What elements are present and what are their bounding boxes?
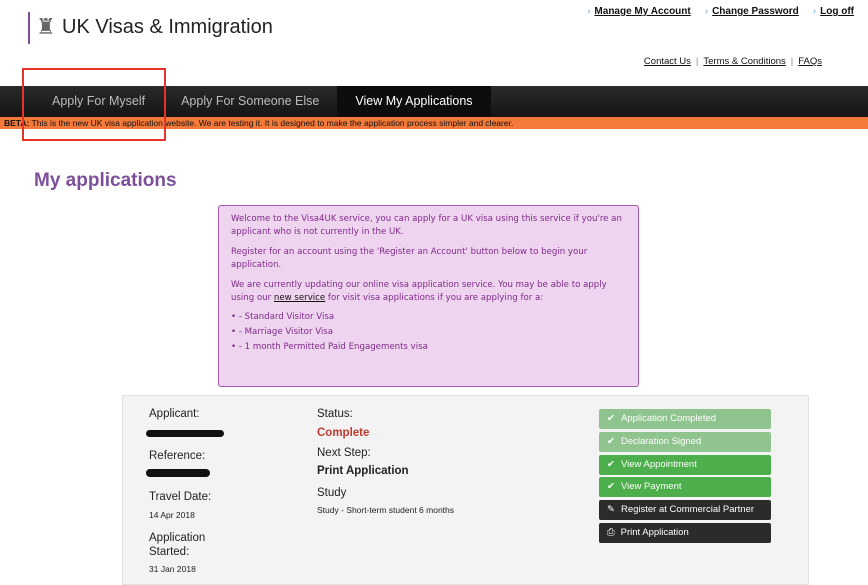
category-detail: Study - Short-term student 6 months <box>317 505 455 515</box>
redacted-applicant <box>146 430 224 437</box>
help-links: Contact Us | Terms & Conditions | FAQs <box>643 56 822 67</box>
info-text: for visit visa applications if you are a… <box>325 293 544 303</box>
visa-list: • - Standard Visitor Visa • - Marriage V… <box>231 310 626 355</box>
manage-account-link[interactable]: Manage My Account <box>594 6 690 17</box>
faqs-link[interactable]: FAQs <box>798 56 822 67</box>
check-icon: ✔ <box>607 481 615 492</box>
travel-date-label: Travel Date: <box>149 491 212 503</box>
check-icon: ✔ <box>607 413 615 424</box>
list-item: • - 1 month Permitted Paid Engagements v… <box>231 342 428 352</box>
print-application-button[interactable]: ⎙ Print Application <box>599 523 771 543</box>
started-label: Application Started: <box>149 532 206 558</box>
terms-link[interactable]: Terms & Conditions <box>703 56 785 67</box>
applicant-label: Applicant: <box>149 408 200 420</box>
started-value: 31 Jan 2018 <box>149 564 196 574</box>
declaration-signed-button[interactable]: ✔ Declaration Signed <box>599 432 771 452</box>
royal-crest-icon: ♜ <box>36 14 56 39</box>
change-password-link[interactable]: Change Password <box>712 6 799 17</box>
log-off-link[interactable]: Log off <box>820 6 854 17</box>
application-completed-button[interactable]: ✔ Application Completed <box>599 409 771 429</box>
reference-label: Reference: <box>149 450 206 462</box>
check-icon: ✔ <box>607 436 615 447</box>
status-label: Status: <box>317 408 353 420</box>
view-appointment-button[interactable]: ✔ View Appointment <box>599 455 771 475</box>
info-register: Register for an account using the 'Regis… <box>231 247 588 270</box>
next-step-label: Next Step: <box>317 447 371 459</box>
status-value: Complete <box>317 427 370 439</box>
chevron-right-icon: › <box>704 6 709 17</box>
info-box: Welcome to the Visa4UK service, you can … <box>218 205 639 387</box>
register-commercial-partner-button[interactable]: ✎ Register at Commercial Partner <box>599 500 771 520</box>
page-title: My applications <box>34 170 177 191</box>
list-item: • - Standard Visitor Visa <box>231 312 335 322</box>
next-step-value: Print Application <box>317 465 409 477</box>
account-links: › Manage My Account › Change Password › Log… <box>587 6 854 17</box>
annotation-highlight-box <box>22 68 166 141</box>
tab-view-my-applications[interactable]: View My Applications <box>337 86 491 117</box>
redacted-reference <box>146 469 210 477</box>
list-item: • - Marriage Visitor Visa <box>231 327 334 337</box>
category-label: Study <box>317 487 347 499</box>
check-icon: ✔ <box>607 459 615 470</box>
info-welcome: Welcome to the Visa4UK service, you can … <box>231 214 622 237</box>
info-update: We are currently updating our online vis… <box>231 279 626 305</box>
logo-divider <box>28 12 30 44</box>
chevron-right-icon: › <box>587 6 591 17</box>
contact-us-link[interactable]: Contact Us <box>644 56 691 67</box>
site-logo[interactable]: UK Visas & Immigration <box>62 16 273 39</box>
print-icon: ⎙ <box>607 527 615 538</box>
view-payment-button[interactable]: ✔ View Payment <box>599 477 771 497</box>
tab-apply-for-someone-else[interactable]: Apply For Someone Else <box>163 86 337 117</box>
travel-date-value: 14 Apr 2018 <box>149 510 195 520</box>
new-service-link[interactable]: new service <box>274 293 325 303</box>
pencil-icon: ✎ <box>607 504 615 515</box>
chevron-right-icon: › <box>812 6 817 17</box>
